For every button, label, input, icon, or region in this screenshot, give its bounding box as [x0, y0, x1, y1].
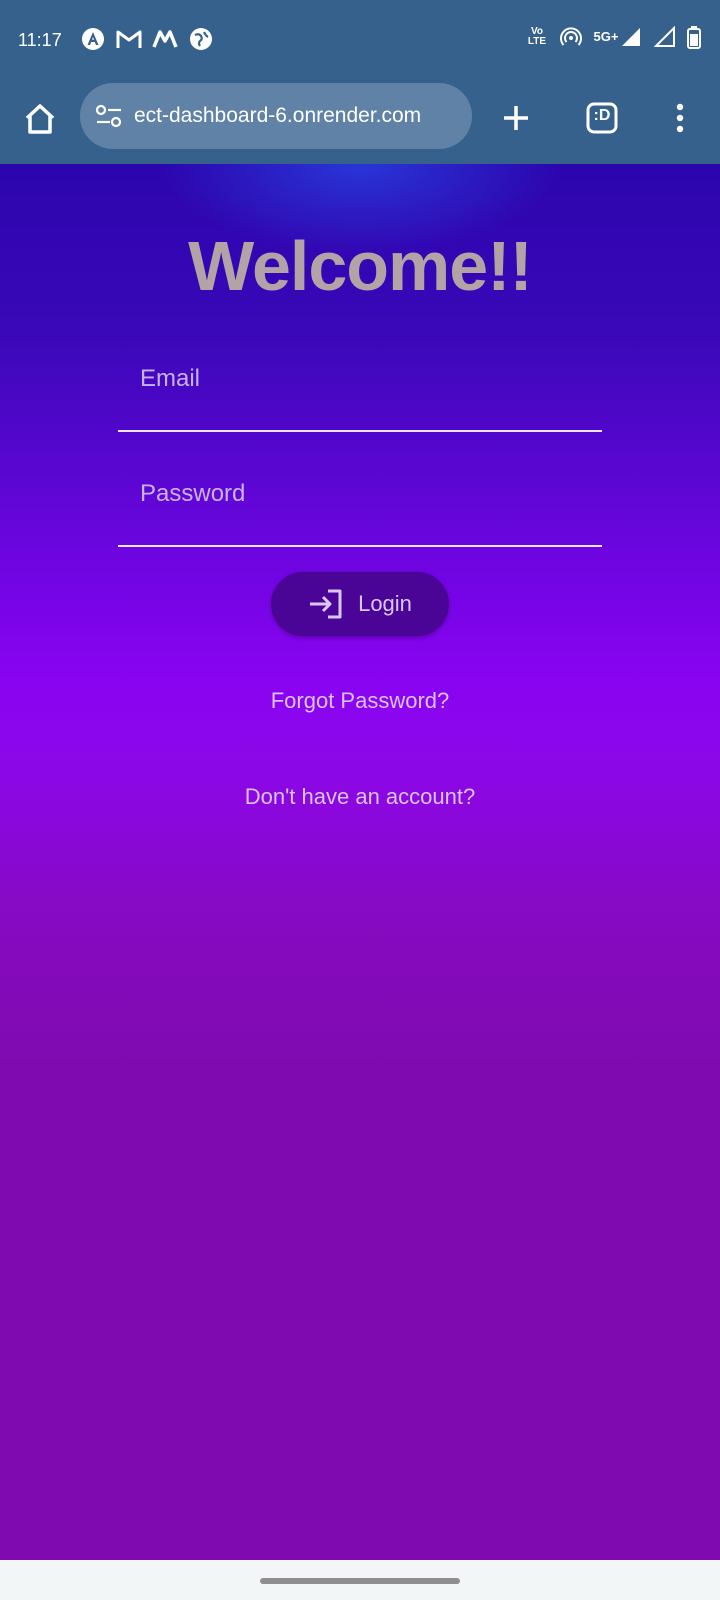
- app-a-icon: [80, 26, 106, 52]
- login-page: Welcome!! Login Forgot Password? Don't h…: [0, 164, 720, 1560]
- forgot-password-link[interactable]: Forgot Password?: [0, 688, 720, 714]
- password-input[interactable]: [138, 471, 602, 517]
- navigation-bar: [0, 1560, 720, 1600]
- status-time: 11:17: [18, 30, 62, 50]
- home-icon: [25, 104, 55, 134]
- site-settings-icon[interactable]: [94, 101, 124, 131]
- url-bar[interactable]: ect-dashboard-6.onrender.com: [80, 83, 472, 149]
- gmail-icon: [116, 26, 142, 52]
- status-bar: 11:17 Vo LTE 5G+: [0, 0, 720, 80]
- vpn-globe-icon: [188, 26, 214, 52]
- browser-toolbar: ect-dashboard-6.onrender.com :D: [0, 80, 720, 164]
- login-label: Login: [358, 591, 412, 616]
- volte-label-bottom: LTE: [527, 36, 547, 47]
- login-button[interactable]: Login: [271, 572, 449, 636]
- hotspot-icon: [558, 24, 584, 50]
- volte-icon: Vo LTE: [524, 24, 550, 50]
- browser-menu-button[interactable]: [660, 96, 700, 140]
- more-vert-icon: [676, 103, 684, 133]
- tab-count-label: :D: [593, 107, 611, 124]
- page-title: Welcome!!: [188, 227, 533, 305]
- plus-icon: [504, 106, 528, 130]
- tab-switcher-button[interactable]: :D: [580, 96, 624, 140]
- battery-icon: [686, 24, 702, 50]
- email-field[interactable]: [118, 338, 602, 432]
- status-right-icons: Vo LTE 5G+: [524, 24, 702, 50]
- new-tab-button[interactable]: [494, 96, 538, 140]
- home-button[interactable]: [20, 99, 60, 139]
- gesture-handle[interactable]: [260, 1578, 460, 1584]
- url-text[interactable]: ect-dashboard-6.onrender.com: [134, 104, 421, 128]
- network-type-label: 5G+: [593, 29, 619, 44]
- signal-5g-icon: 5G+: [592, 24, 644, 50]
- signup-link[interactable]: Don't have an account?: [0, 784, 720, 810]
- email-input[interactable]: [138, 356, 602, 402]
- password-field[interactable]: [118, 453, 602, 547]
- login-icon: [310, 589, 342, 619]
- status-left-icons: [80, 26, 214, 52]
- m-app-icon: [152, 26, 178, 52]
- signal-icon: [652, 24, 678, 50]
